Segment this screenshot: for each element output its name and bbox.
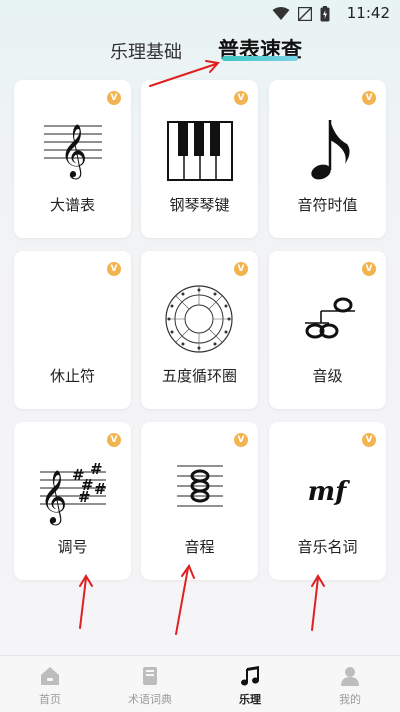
card-piano-keys[interactable]: V 钢琴琴键 — [141, 80, 258, 238]
nav-label: 我的 — [339, 693, 361, 706]
card-rests[interactable]: V 休止符 — [14, 251, 131, 409]
music-note-icon — [241, 666, 259, 686]
dictionary-icon — [143, 667, 157, 685]
card-label: 调号 — [57, 538, 88, 556]
card-note-values[interactable]: V 音符时值 — [269, 80, 386, 238]
status-icons — [272, 6, 330, 22]
dynamic-mark-icon: mf — [308, 477, 351, 507]
card-label: 大谱表 — [49, 196, 95, 214]
nav-home[interactable]: 首页 — [0, 656, 100, 712]
bottom-navigation: 首页 术语词典 乐理 我的 — [0, 655, 400, 712]
svg-text:#: # — [78, 488, 91, 506]
nav-profile[interactable]: 我的 — [300, 656, 400, 712]
vip-badge: V — [107, 433, 121, 447]
vip-badge: V — [234, 262, 248, 276]
dynamic-mark-text: mf — [308, 477, 351, 507]
card-label: 音级 — [312, 367, 343, 385]
card-label: 五度循环圈 — [161, 367, 237, 385]
card-label: 休止符 — [49, 367, 95, 385]
vip-badge: V — [362, 433, 376, 447]
vip-badge: V — [234, 433, 248, 447]
card-scale-degrees[interactable]: V 音级 — [269, 251, 386, 409]
piano-keys-icon — [167, 121, 233, 181]
card-music-terms[interactable]: V mf 音乐名词 — [269, 422, 386, 580]
battery-charging-icon — [320, 6, 330, 22]
card-key-signatures[interactable]: V 𝄞 # # # # # 调号 — [14, 422, 131, 580]
nav-label: 术语词典 — [128, 693, 172, 706]
treble-clef-staff-icon: 𝄞 — [44, 123, 102, 179]
status-bar: 11:42 — [0, 0, 400, 28]
vip-badge: V — [107, 262, 121, 276]
card-label: 钢琴琴键 — [169, 196, 230, 214]
interval-chord-icon — [177, 465, 223, 507]
wifi-icon — [272, 7, 290, 20]
svg-text:#: # — [94, 480, 107, 498]
vip-badge: V — [362, 91, 376, 105]
eighth-note-icon — [311, 120, 350, 180]
status-time: 11:42 — [346, 4, 390, 22]
vip-badge: V — [234, 91, 248, 105]
profile-icon — [341, 667, 359, 686]
vip-badge: V — [362, 262, 376, 276]
nav-label: 首页 — [39, 693, 61, 706]
nav-music-theory[interactable]: 乐理 — [200, 656, 300, 712]
circle-of-fifths-icon — [165, 285, 233, 353]
active-tab-indicator — [222, 56, 298, 61]
card-circle-of-fifths[interactable]: V 五度循环圈 — [141, 251, 258, 409]
svg-text:#: # — [90, 460, 103, 478]
card-label: 音乐名词 — [297, 538, 358, 556]
card-label: 音程 — [184, 538, 215, 556]
svg-text:𝄞: 𝄞 — [40, 469, 67, 525]
svg-text:𝄞: 𝄞 — [60, 123, 87, 179]
nav-label: 乐理 — [239, 693, 261, 706]
card-grand-staff[interactable]: V 𝄞 大谱表 — [14, 80, 131, 238]
scale-degree-notes-icon — [305, 297, 355, 339]
key-signature-icon: 𝄞 ### # # — [40, 460, 107, 525]
no-signal-icon — [298, 7, 312, 21]
card-label: 音符时值 — [297, 196, 358, 214]
card-intervals[interactable]: V 音程 — [141, 422, 258, 580]
nav-dictionary[interactable]: 术语词典 — [100, 656, 200, 712]
home-icon — [41, 667, 59, 685]
tab-basic-theory[interactable]: 乐理基础 — [110, 38, 182, 64]
vip-badge: V — [107, 91, 121, 105]
